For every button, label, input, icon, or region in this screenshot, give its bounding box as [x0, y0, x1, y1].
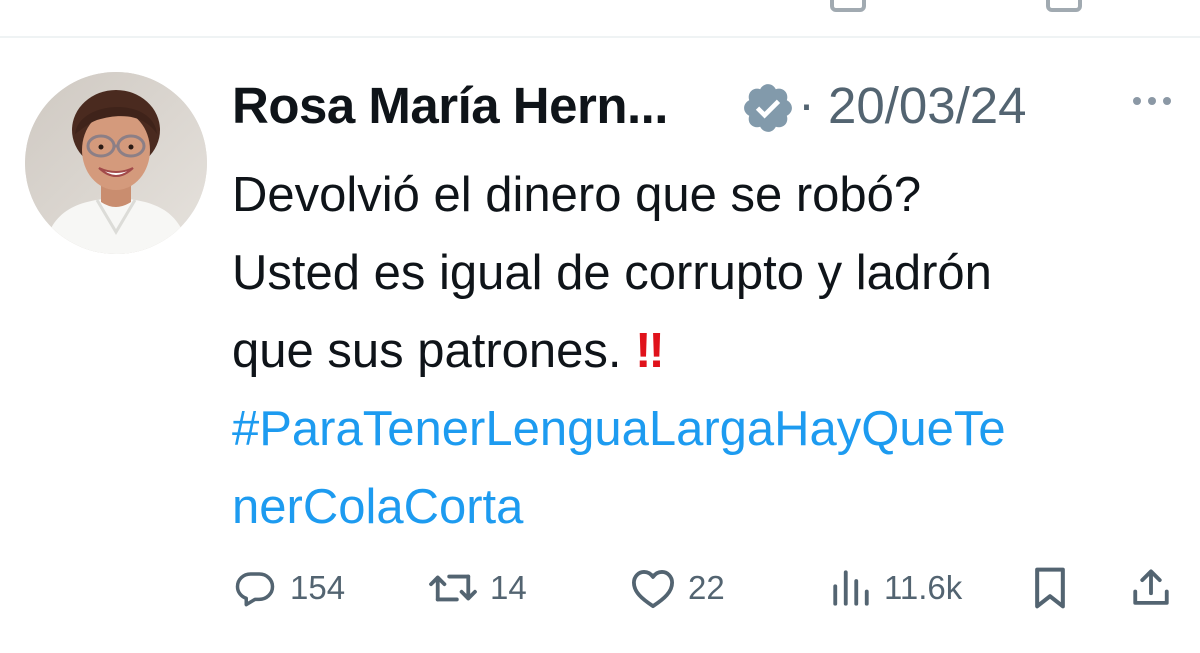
- verified-badge-icon[interactable]: [740, 80, 796, 136]
- retweet-button[interactable]: 14: [428, 563, 527, 613]
- hashtag-link[interactable]: #ParaTenerLenguaLargaHayQueTe: [232, 390, 1182, 468]
- reply-icon: [235, 572, 275, 607]
- previous-tweet-actions-strip: [0, 0, 1200, 38]
- header-separator: ·: [798, 75, 815, 132]
- views-count: 11.6k: [884, 569, 963, 606]
- tweet-text-line: Devolvió el dinero que se robó?: [232, 168, 922, 222]
- tweet-actions: 154 14 22 11.6k: [232, 563, 1172, 613]
- views-button[interactable]: 11.6k: [830, 563, 962, 613]
- double-exclamation-emoji: ‼: [635, 324, 667, 378]
- avatar-photo: [25, 72, 207, 254]
- bookmark-button[interactable]: [1030, 563, 1070, 613]
- like-button[interactable]: 22: [630, 563, 725, 613]
- like-count: 22: [688, 569, 725, 606]
- retweet-count: 14: [490, 569, 527, 606]
- retweet-icon: [429, 574, 477, 602]
- more-icon[interactable]: [1130, 94, 1174, 108]
- tweet-date[interactable]: 20/03/24: [828, 76, 1027, 135]
- previous-tweet-share-icon: [1046, 0, 1082, 12]
- like-icon: [632, 570, 674, 609]
- bookmark-icon: [1035, 567, 1065, 609]
- share-button[interactable]: [1130, 563, 1172, 613]
- tweet-text-segment: que sus patrones.: [232, 324, 636, 378]
- tweet-header: Rosa María Hern... · 20/03/24: [232, 70, 1172, 140]
- tweet[interactable]: Rosa María Hern... · 20/03/24 Devolvió e…: [0, 38, 1200, 653]
- reply-count: 154: [290, 569, 346, 606]
- author-name[interactable]: Rosa María Hern...: [232, 76, 668, 135]
- tweet-text-line: que sus patrones. ‼: [232, 312, 1182, 390]
- previous-tweet-bookmark-icon: [830, 0, 866, 12]
- avatar[interactable]: [25, 72, 207, 254]
- views-icon: [833, 570, 869, 606]
- reply-button[interactable]: 154: [232, 563, 345, 613]
- tweet-text: Devolvió el dinero que se robó? Usted es…: [232, 156, 1182, 546]
- share-icon: [1133, 569, 1169, 605]
- hashtag-link[interactable]: nerColaCorta: [232, 468, 1182, 546]
- tweet-text-line: Usted es igual de corrupto y ladrón: [232, 246, 992, 300]
